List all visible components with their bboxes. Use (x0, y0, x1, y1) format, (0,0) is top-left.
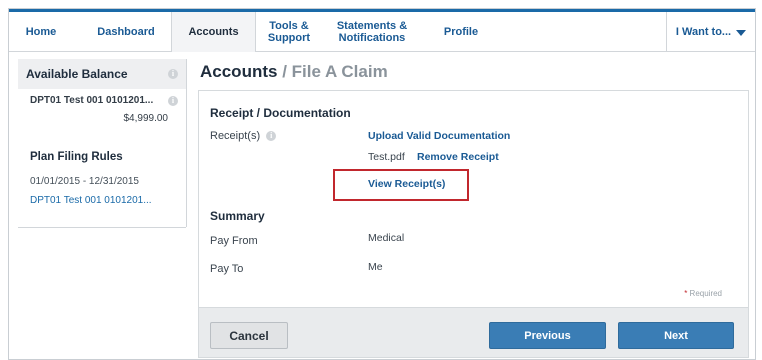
pay-from-label: Pay From (210, 235, 258, 247)
claim-card (198, 90, 749, 308)
receipts-label: Receipt(s) (210, 130, 261, 142)
plan-year-dates: 01/01/2015 - 12/31/2015 (30, 176, 139, 187)
account-balance: $4,999.00 (123, 113, 169, 124)
receipt-file-name: Test.pdf (368, 151, 405, 163)
info-icon[interactable]: i (168, 96, 178, 106)
available-balance-header: Available Balance i (18, 59, 186, 89)
nav-item-home[interactable]: Home (9, 12, 73, 51)
available-balance-title: Available Balance (26, 67, 128, 81)
plan-rules-account-link[interactable]: DPT01 Test 001 0101201... (30, 195, 152, 206)
main-nav: Home Dashboard Accounts Tools & Support S… (9, 9, 755, 52)
nav-item-dashboard[interactable]: Dashboard (81, 12, 171, 51)
sidebar-divider (186, 59, 187, 227)
plan-filing-rules-title: Plan Filing Rules (30, 151, 123, 163)
sidebar: Available Balance i DPT01 Test 001 01012… (18, 59, 186, 228)
page-title: Accounts / File A Claim (200, 62, 388, 82)
info-icon[interactable]: i (266, 131, 277, 141)
pay-from-value: Medical (368, 232, 405, 244)
info-icon[interactable]: i (168, 69, 178, 79)
page-title-sub: File A Claim (291, 62, 388, 81)
page-title-main: Accounts (200, 62, 278, 81)
required-text: Required (687, 289, 722, 298)
highlight-box (333, 169, 469, 201)
i-want-to-dropdown[interactable]: I Want to... (666, 12, 755, 51)
page-title-separator: / (277, 62, 292, 81)
nav-item-statements-notifications[interactable]: Statements & Notifications (327, 12, 417, 51)
pay-to-label: Pay To (210, 263, 244, 275)
i-want-to-label: I Want to... (675, 25, 732, 38)
next-button[interactable]: Next (618, 322, 734, 349)
previous-button[interactable]: Previous (489, 322, 606, 349)
caret-down-icon (736, 29, 747, 36)
cancel-button[interactable]: Cancel (210, 322, 288, 349)
upload-documentation-link[interactable]: Upload Valid Documentation (368, 130, 510, 142)
receipt-section-title: Receipt / Documentation (210, 106, 351, 120)
pay-to-value: Me (368, 261, 383, 273)
account-name: DPT01 Test 001 0101201... (30, 95, 154, 106)
summary-section-title: Summary (210, 209, 265, 223)
nav-item-tools-support[interactable]: Tools & Support (261, 12, 317, 51)
nav-item-profile[interactable]: Profile (434, 12, 488, 51)
receipts-field: Receipt(s) i (210, 130, 277, 142)
nav-item-accounts[interactable]: Accounts (171, 12, 256, 52)
remove-receipt-link[interactable]: Remove Receipt (417, 151, 499, 163)
required-note: * Required (684, 289, 722, 298)
